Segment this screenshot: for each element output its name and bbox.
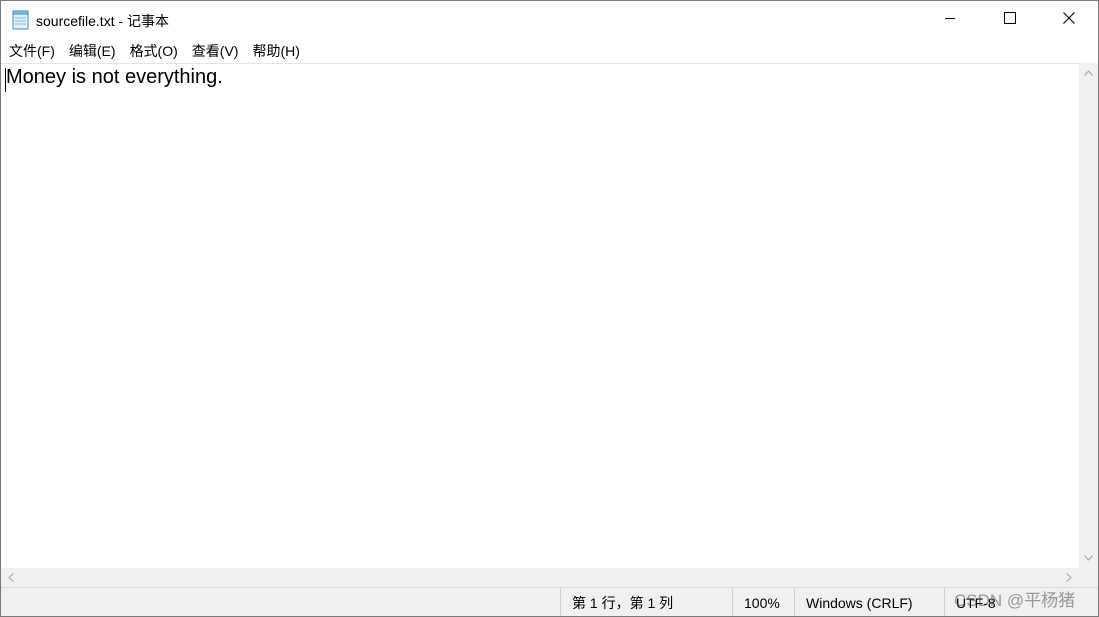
minimize-button[interactable]	[921, 1, 979, 39]
status-line-ending: Windows (CRLF)	[794, 588, 944, 616]
menu-help[interactable]: 帮助(H)	[245, 40, 306, 62]
minimize-icon	[944, 11, 956, 29]
scroll-left-icon[interactable]	[1, 568, 21, 587]
scroll-corner	[1079, 568, 1098, 587]
watermark: CSDN @平杨猪	[954, 591, 1076, 610]
notepad-icon[interactable]	[12, 10, 30, 30]
maximize-icon	[1004, 11, 1016, 29]
window-title: sourcefile.txt - 记事本	[36, 13, 170, 29]
close-button[interactable]	[1040, 1, 1098, 39]
scroll-down-icon[interactable]	[1079, 548, 1098, 568]
menu-bar: 文件(F) 编辑(E) 格式(O) 查看(V) 帮助(H)	[1, 39, 1098, 63]
scroll-right-icon[interactable]	[1059, 568, 1079, 587]
menu-format[interactable]: 格式(O)	[123, 40, 185, 62]
menu-file[interactable]: 文件(F)	[1, 40, 62, 62]
notepad-window: sourcefile.txt - 记事本 文件(F) 编辑(E) 格式(O) 查…	[0, 0, 1099, 617]
vertical-scrollbar[interactable]	[1079, 63, 1098, 568]
status-cursor-position: 第 1 行，第 1 列	[560, 588, 732, 616]
title-bar[interactable]: sourcefile.txt - 记事本	[1, 1, 1098, 39]
maximize-button[interactable]	[981, 1, 1039, 39]
menu-edit[interactable]: 编辑(E)	[62, 40, 123, 62]
status-bar: 第 1 行，第 1 列 100% Windows (CRLF) UTF-8	[1, 587, 1098, 616]
scroll-up-icon[interactable]	[1079, 63, 1098, 83]
status-zoom: 100%	[732, 588, 794, 616]
menu-view[interactable]: 查看(V)	[185, 40, 246, 62]
editor-content: Money is not everything.	[6, 66, 223, 88]
close-icon	[1063, 11, 1075, 29]
horizontal-scrollbar[interactable]	[1, 568, 1079, 587]
text-editor[interactable]: Money is not everything.	[1, 63, 1079, 569]
